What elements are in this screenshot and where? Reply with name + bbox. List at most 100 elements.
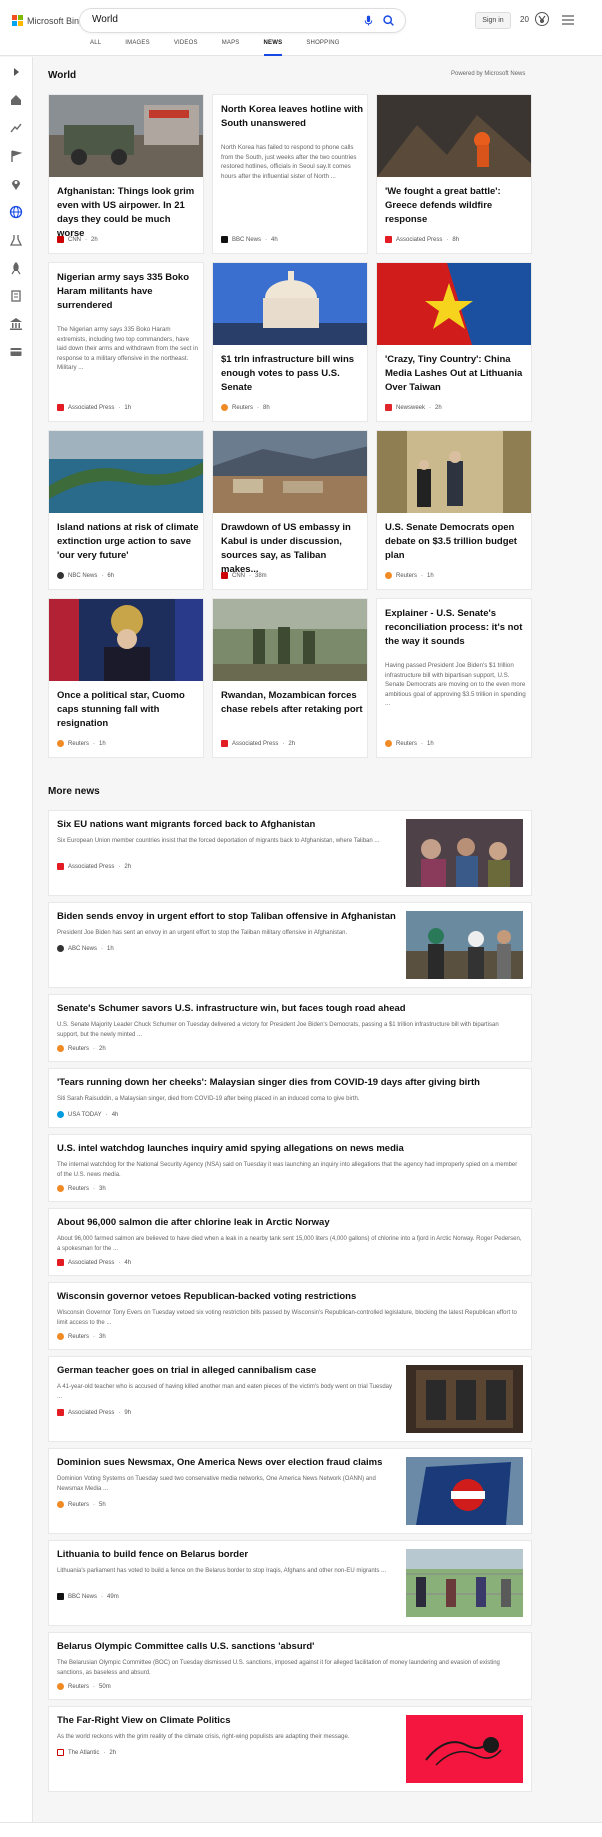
news-title[interactable]: About 96,000 salmon die after chlorine l… [57, 1217, 522, 1228]
news-title[interactable]: Wisconsin governor vetoes Republican-bac… [57, 1291, 522, 1302]
search-query[interactable]: World [92, 14, 118, 25]
wallet-icon[interactable] [9, 345, 23, 359]
list-item[interactable]: 'Tears running down her cheeks': Malaysi… [48, 1068, 532, 1128]
tab-shopping[interactable]: SHOPPING [306, 40, 339, 56]
news-card[interactable]: Once a political star, Cuomo caps stunni… [48, 598, 204, 758]
card-title[interactable]: Nigerian army says 335 Boko Haram milita… [57, 271, 199, 313]
tab-all[interactable]: ALL [90, 40, 101, 56]
news-title[interactable]: Six EU nations want migrants forced back… [57, 819, 397, 830]
expand-chevron-icon[interactable] [9, 65, 23, 79]
search-input[interactable]: World [80, 9, 405, 32]
news-title[interactable]: Biden sends envoy in urgent effort to st… [57, 911, 397, 922]
card-title[interactable]: Drawdown of US embassy in Kabul is under… [221, 521, 363, 577]
news-title[interactable]: German teacher goes on trial in alleged … [57, 1365, 397, 1376]
news-source: Associated Press · 2h [57, 863, 131, 870]
news-source: Associated Press · 9h [57, 1409, 131, 1416]
tab-images[interactable]: IMAGES [125, 40, 150, 56]
news-card[interactable]: Nigerian army says 335 Boko Haram milita… [48, 262, 204, 422]
news-card[interactable]: U.S. Senate Democrats open debate on $3.… [376, 430, 532, 590]
news-description: The Belarusian Olympic Committee (BOC) o… [57, 1660, 500, 1676]
list-item[interactable]: Belarus Olympic Committee calls U.S. san… [48, 1632, 532, 1700]
rocket-icon[interactable] [9, 261, 23, 275]
reuters-logo-icon [57, 1501, 64, 1508]
news-card[interactable]: Rwandan, Mozambican forces chase rebels … [212, 598, 368, 758]
news-thumbnail [406, 1457, 523, 1525]
science-icon[interactable] [9, 233, 23, 247]
document-icon[interactable] [9, 289, 23, 303]
news-card[interactable]: Drawdown of US embassy in Kabul is under… [212, 430, 368, 590]
list-item[interactable]: German teacher goes on trial in alleged … [48, 1356, 532, 1442]
reuters-logo-icon [385, 572, 392, 579]
card-title[interactable]: 'Crazy, Tiny Country': China Media Lashe… [385, 353, 527, 395]
news-title[interactable]: U.S. intel watchdog launches inquiry ami… [57, 1143, 522, 1154]
reuters-logo-icon [57, 1045, 64, 1052]
news-card[interactable]: Afghanistan: Things look grim even with … [48, 94, 204, 254]
card-title[interactable]: U.S. Senate Democrats open debate on $3.… [385, 521, 527, 563]
card-title[interactable]: North Korea leaves hotline with South un… [221, 103, 363, 131]
news-title[interactable]: Belarus Olympic Committee calls U.S. san… [57, 1641, 522, 1652]
card-source: Reuters · 8h [221, 404, 270, 411]
rewards-count[interactable]: 20 [520, 15, 529, 24]
news-title[interactable]: Dominion sues Newsmax, One America News … [57, 1457, 397, 1468]
location-pin-icon[interactable] [9, 177, 23, 191]
abc-logo-icon [57, 945, 64, 952]
rewards-medal-icon[interactable] [534, 11, 550, 27]
news-card[interactable]: Explainer - U.S. Senate's reconciliation… [376, 598, 532, 758]
card-image [213, 599, 367, 681]
newsweek-logo-icon [385, 404, 392, 411]
news-title[interactable]: Lithuania to build fence on Belarus bord… [57, 1549, 397, 1560]
card-title[interactable]: $1 trln infrastructure bill wins enough … [221, 353, 363, 395]
card-source: Reuters · 1h [385, 572, 434, 579]
news-description: President Joe Biden has sent an envoy in… [57, 930, 348, 936]
search-icon[interactable] [382, 14, 395, 27]
card-image [213, 431, 367, 513]
news-title[interactable]: Senate's Schumer savors U.S. infrastruct… [57, 1003, 522, 1014]
list-item[interactable]: Wisconsin governor vetoes Republican-bac… [48, 1282, 532, 1350]
list-item[interactable]: Senate's Schumer savors U.S. infrastruct… [48, 994, 532, 1062]
news-card[interactable]: 'We fought a great battle': Greece defen… [376, 94, 532, 254]
bing-logo[interactable]: Microsoft Bing [12, 15, 84, 26]
card-title[interactable]: Rwandan, Mozambican forces chase rebels … [221, 689, 363, 717]
card-description: The Nigerian army says 335 Boko Haram ex… [57, 326, 199, 372]
globe-icon[interactable] [9, 205, 23, 219]
reuters-logo-icon [57, 1683, 64, 1690]
news-card[interactable]: 'Crazy, Tiny Country': China Media Lashe… [376, 262, 532, 422]
home-icon[interactable] [9, 93, 23, 107]
news-card[interactable]: North Korea leaves hotline with South un… [212, 94, 368, 254]
card-source: NBC News · 6h [57, 572, 114, 579]
tab-news[interactable]: NEWS [263, 40, 283, 56]
trending-icon[interactable] [9, 121, 23, 135]
card-title[interactable]: Explainer - U.S. Senate's reconciliation… [385, 607, 527, 649]
bank-icon[interactable] [9, 317, 23, 331]
news-title[interactable]: The Far-Right View on Climate Politics [57, 1715, 397, 1726]
menu-icon[interactable] [562, 14, 574, 26]
list-item[interactable]: Six EU nations want migrants forced back… [48, 810, 532, 896]
card-image [377, 263, 531, 345]
cnn-logo-icon [221, 572, 228, 579]
list-item[interactable]: Lithuania to build fence on Belarus bord… [48, 1540, 532, 1626]
list-item[interactable]: Dominion sues Newsmax, One America News … [48, 1448, 532, 1534]
reuters-logo-icon [221, 404, 228, 411]
news-title[interactable]: 'Tears running down her cheeks': Malaysi… [57, 1077, 522, 1088]
sign-in-button[interactable]: Sign in [475, 12, 511, 29]
card-title[interactable]: Island nations at risk of climate extinc… [57, 521, 199, 563]
news-source: The Atlantic · 2h [57, 1749, 116, 1756]
news-card[interactable]: Island nations at risk of climate extinc… [48, 430, 204, 590]
list-item[interactable]: U.S. intel watchdog launches inquiry ami… [48, 1134, 532, 1202]
flag-icon[interactable] [9, 149, 23, 163]
reuters-logo-icon [57, 1185, 64, 1192]
more-news-heading: More news [48, 786, 100, 797]
card-source: Reuters · 1h [385, 740, 434, 747]
microphone-icon[interactable] [362, 14, 375, 27]
list-item[interactable]: About 96,000 salmon die after chlorine l… [48, 1208, 532, 1276]
news-card[interactable]: $1 trln infrastructure bill wins enough … [212, 262, 368, 422]
card-title[interactable]: Once a political star, Cuomo caps stunni… [57, 689, 199, 731]
news-source: Reuters · 50m [57, 1683, 111, 1690]
list-item[interactable]: The Far-Right View on Climate Politics A… [48, 1706, 532, 1792]
list-item[interactable]: Biden sends envoy in urgent effort to st… [48, 902, 532, 988]
card-title[interactable]: Afghanistan: Things look grim even with … [57, 185, 199, 241]
news-description: As the world reckons with the grim reali… [57, 1734, 350, 1740]
tab-maps[interactable]: MAPS [222, 40, 240, 56]
card-title[interactable]: 'We fought a great battle': Greece defen… [385, 185, 527, 227]
tab-videos[interactable]: VIDEOS [174, 40, 198, 56]
